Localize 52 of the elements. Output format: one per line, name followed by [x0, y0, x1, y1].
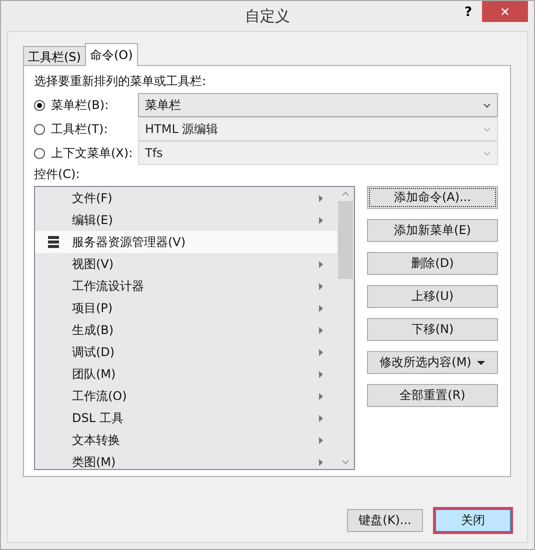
list-item[interactable]: 视图(V) [35, 253, 337, 275]
prompt-label: 选择要重新排列的菜单或工具栏: [34, 73, 208, 90]
help-button[interactable]: ? [460, 3, 476, 22]
dialog-button[interactable]: 关闭 [435, 509, 511, 532]
list-item[interactable]: 生成(B) [35, 319, 337, 341]
list-item[interactable]: 团队(M) [35, 363, 337, 385]
scroll-up-icon[interactable] [342, 192, 349, 196]
action-button[interactable]: 上移(U) [367, 285, 498, 308]
list-item[interactable]: 工作流(O) [35, 385, 337, 407]
list-item[interactable]: DSL 工具 [35, 407, 337, 429]
action-button[interactable]: 添加命令(A)... [367, 186, 498, 209]
submenu-arrow-icon [319, 458, 323, 466]
scroll-thumb[interactable] [338, 201, 353, 279]
list-item[interactable]: 编辑(E) [35, 209, 337, 231]
tab[interactable]: 命令(O) [84, 43, 138, 66]
submenu-arrow-icon [319, 392, 323, 400]
dialog-button[interactable]: 键盘(K)... [347, 509, 423, 532]
submenu-arrow-icon [319, 304, 323, 312]
submenu-arrow-icon [319, 414, 323, 422]
action-button[interactable]: 添加新菜单(E) [367, 219, 498, 242]
server-icon [48, 236, 59, 248]
close-button[interactable]: ✕ [482, 1, 528, 22]
submenu-arrow-icon [319, 348, 323, 356]
list-item[interactable]: 项目(P) [35, 297, 337, 319]
submenu-arrow-icon [319, 194, 323, 202]
submenu-arrow-icon [319, 216, 323, 224]
window-title: 自定义 [245, 6, 290, 26]
tab[interactable]: 工具栏(S) [23, 46, 86, 66]
action-button[interactable]: 全部重置(R) [367, 384, 498, 407]
submenu-arrow-icon [319, 436, 323, 444]
chevron-down-icon [483, 102, 491, 108]
action-button[interactable]: 删除(D) [367, 252, 498, 275]
chevron-down-icon [483, 150, 491, 156]
action-button[interactable]: 修改所选内容(M) [367, 351, 498, 374]
list-item[interactable]: 服务器资源管理器(V) [35, 231, 337, 253]
submenu-arrow-icon [319, 282, 323, 290]
list-item[interactable]: 文件(F) [35, 187, 337, 209]
dropdown[interactable]: 菜单栏 [138, 93, 498, 117]
submenu-arrow-icon [319, 260, 323, 268]
caret-icon [477, 360, 486, 364]
controls-label: 控件(C): [34, 166, 81, 183]
submenu-arrow-icon [319, 326, 323, 334]
scroll-down-icon[interactable] [342, 460, 349, 464]
list-item[interactable]: 类图(M) [35, 451, 337, 469]
submenu-arrow-icon [319, 370, 323, 378]
list-item[interactable]: 文本转换 [35, 429, 337, 451]
list-item[interactable]: 工作流设计器 [35, 275, 337, 297]
chevron-down-icon [483, 126, 491, 132]
radio-button[interactable]: 菜单栏(B): [34, 96, 138, 114]
radio-circle[interactable] [34, 100, 45, 110]
action-button[interactable]: 下移(N) [367, 318, 498, 341]
list-item[interactable]: 调试(D) [35, 341, 337, 363]
